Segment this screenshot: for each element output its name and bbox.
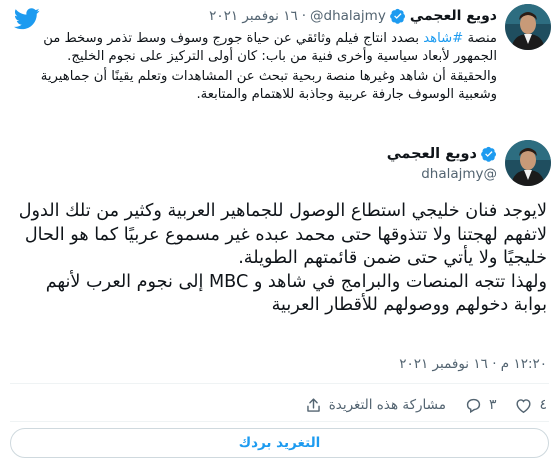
- quoted-tweet-date[interactable]: ١٦ نوفمبر ٢٠٢١: [209, 8, 298, 24]
- tweet-text: لايوجد فنان خليجي استطاع الوصول للجماهير…: [17, 200, 547, 318]
- share-icon: [306, 397, 320, 412]
- verified-badge-icon: [481, 146, 496, 162]
- quoted-text-prefix: منصة: [467, 31, 497, 46]
- like-button[interactable]: ٤: [514, 396, 547, 415]
- quoted-text-paragraph-2: والحقيقة أن شاهد وغيرها منصة ربحية تبحث …: [40, 69, 497, 102]
- like-count: ٤: [539, 397, 547, 413]
- meta-separator: ·: [301, 8, 306, 24]
- divider: [10, 383, 549, 384]
- tweet-your-reply-button[interactable]: التغريد بردك: [10, 428, 549, 458]
- quoted-author-name[interactable]: دويع العجمي: [410, 8, 497, 24]
- meta-separator: ·: [492, 356, 497, 372]
- reply-count: ٣: [488, 397, 497, 413]
- share-button[interactable]: مشاركة هذه التغريدة: [304, 396, 446, 415]
- author-name[interactable]: دويع العجمي: [387, 146, 477, 162]
- reply-button[interactable]: ٣: [464, 396, 497, 415]
- divider: [10, 421, 549, 422]
- tweet-actions-bar: ٤ ٣ مشاركة هذه التغريدة: [10, 391, 547, 419]
- quoted-author-avatar[interactable]: [505, 4, 551, 50]
- speech-bubble-icon: [466, 398, 481, 413]
- verified-badge-icon: [389, 8, 405, 24]
- tweet-time: ١٢:٢٠ م: [500, 356, 547, 372]
- tweet-date: ١٦ نوفمبر ٢٠٢١: [399, 356, 488, 372]
- tweet-text-paragraph-2: ولهذا تتجه المنصات والبرامج في شاهد و MB…: [45, 271, 547, 316]
- twitter-bird-icon[interactable]: [14, 8, 40, 30]
- hashtag-link[interactable]: #شاهد: [423, 31, 463, 46]
- heart-icon: [516, 398, 532, 413]
- tweet-timestamp[interactable]: ١٢:٢٠ م · ١٦ نوفمبر ٢٠٢١: [399, 356, 547, 372]
- share-label: مشاركة هذه التغريدة: [328, 397, 446, 413]
- author-avatar[interactable]: [505, 140, 551, 186]
- tweet-text-paragraph-1: لايوجد فنان خليجي استطاع الوصول للجماهير…: [18, 201, 547, 268]
- quoted-tweet-text: منصة #شاهد بصدد انتاج فيلم وثائقي عن حيا…: [39, 30, 497, 104]
- quoted-author-handle[interactable]: @dhalajmy: [310, 8, 386, 24]
- author-handle[interactable]: @dhalajmy: [387, 166, 497, 182]
